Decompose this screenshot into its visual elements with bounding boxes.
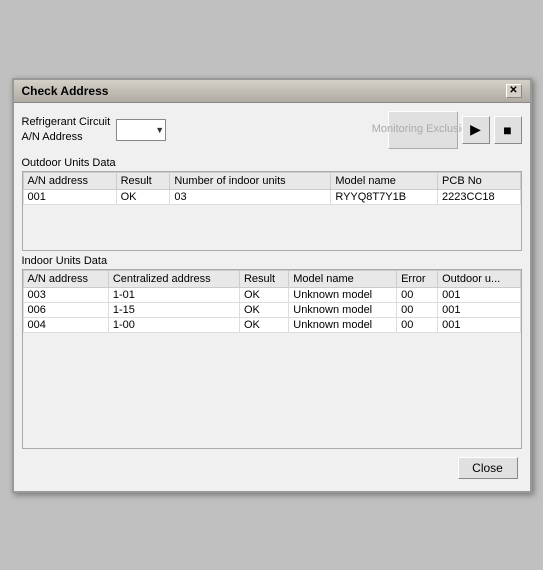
right-controls: Monitoring Exclusion ▶ ■ [388, 111, 522, 149]
outdoor-col-num-indoor: Number of indoor units [170, 172, 331, 189]
window-close-button[interactable]: ✕ [506, 84, 522, 98]
stop-button[interactable]: ■ [494, 116, 522, 144]
check-address-window: Check Address ✕ Refrigerant Circuit A/N … [12, 78, 532, 493]
outdoor-col-pcb: PCB No [438, 172, 520, 189]
refrigerant-group: Refrigerant Circuit A/N Address ▼ [22, 115, 167, 144]
indoor-col-error: Error [397, 270, 438, 287]
bottom-bar: Close [22, 453, 522, 483]
table-row: 0031-01OKUnknown model00001 [23, 287, 520, 302]
outdoor-col-an: A/N address [23, 172, 116, 189]
indoor-header-row: A/N address Centralized address Result M… [23, 270, 520, 287]
table-row: 001OK03RYYQ8T7Y1B2223CC18 [23, 189, 520, 204]
outdoor-col-result: Result [116, 172, 170, 189]
indoor-col-outdoor: Outdoor u... [438, 270, 520, 287]
top-controls: Refrigerant Circuit A/N Address ▼ Monito… [22, 111, 522, 149]
outdoor-section-label: Outdoor Units Data [22, 157, 522, 169]
indoor-col-an: A/N address [23, 270, 108, 287]
refrigerant-dropdown[interactable] [116, 119, 166, 141]
outdoor-col-model: Model name [331, 172, 438, 189]
play-button[interactable]: ▶ [462, 116, 490, 144]
indoor-table-wrapper: A/N address Centralized address Result M… [22, 269, 522, 449]
indoor-section-label: Indoor Units Data [22, 255, 522, 267]
indoor-col-result: Result [239, 270, 288, 287]
indoor-table: A/N address Centralized address Result M… [23, 270, 521, 333]
refrigerant-label: Refrigerant Circuit A/N Address [22, 115, 111, 144]
outdoor-header-row: A/N address Result Number of indoor unit… [23, 172, 520, 189]
content-area: Refrigerant Circuit A/N Address ▼ Monito… [14, 103, 530, 491]
table-row: 0041-00OKUnknown model00001 [23, 317, 520, 332]
close-button[interactable]: Close [458, 457, 518, 479]
indoor-col-model: Model name [289, 270, 397, 287]
outdoor-table-wrapper: A/N address Result Number of indoor unit… [22, 171, 522, 251]
table-row: 0061-15OKUnknown model00001 [23, 302, 520, 317]
titlebar: Check Address ✕ [14, 80, 530, 103]
monitoring-exclusion-button[interactable]: Monitoring Exclusion [388, 111, 458, 149]
indoor-col-centralized: Centralized address [108, 270, 239, 287]
window-title: Check Address [22, 84, 109, 98]
outdoor-table: A/N address Result Number of indoor unit… [23, 172, 521, 205]
refrigerant-dropdown-wrapper: ▼ [116, 119, 166, 141]
